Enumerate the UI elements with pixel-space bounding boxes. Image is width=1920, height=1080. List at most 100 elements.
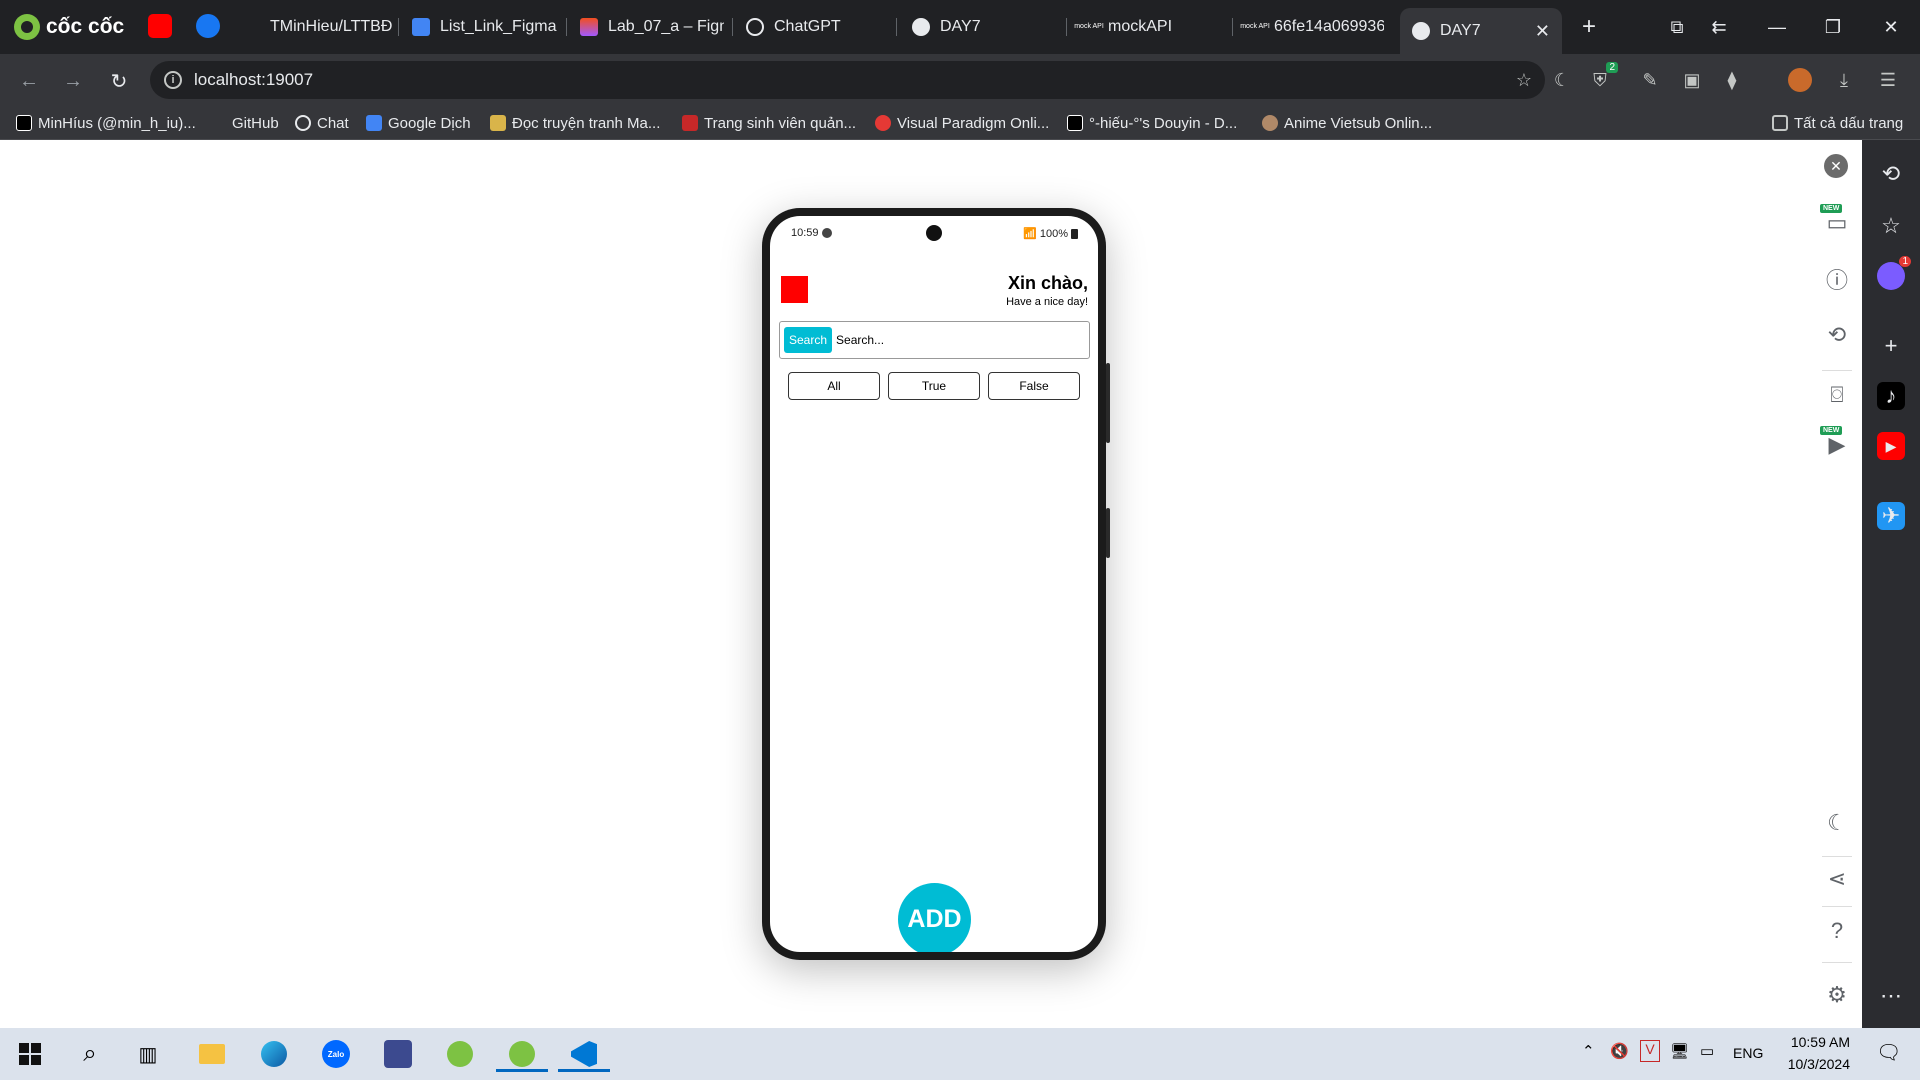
profile-avatar[interactable]	[1788, 68, 1812, 92]
share-icon[interactable]: ⋖	[1824, 866, 1850, 892]
restore-button[interactable]: ❐	[1818, 12, 1848, 42]
history-icon[interactable]: ⟲	[1877, 160, 1905, 188]
zalo-icon[interactable]: Zalo	[318, 1036, 354, 1072]
more-icon[interactable]: ⋯	[1877, 982, 1905, 1010]
search-input[interactable]	[836, 333, 1067, 347]
language-indicator[interactable]: ENG	[1733, 1045, 1763, 1061]
device-select-icon[interactable]: NEW ▭	[1820, 204, 1850, 236]
clock-date[interactable]: 10/3/2024	[1776, 1056, 1850, 1072]
bookmark-item[interactable]: °-hiếu-°'s Douyin - D...	[1067, 112, 1237, 134]
info-icon[interactable]: ⓘ	[1824, 266, 1850, 293]
filter-false-button[interactable]: False	[988, 372, 1080, 400]
translate-extension-icon[interactable]: ▣	[1680, 68, 1704, 92]
coccoc-active-icon[interactable]	[496, 1036, 548, 1072]
bookmark-item[interactable]: Anime Vietsub Onlin...	[1262, 112, 1432, 134]
back-arrow-icon[interactable]: ←	[14, 66, 44, 96]
tab-6[interactable]: mock API mockAPI	[1068, 8, 1228, 46]
search-button[interactable]: Search	[784, 327, 833, 353]
messenger-icon[interactable]: 1	[1877, 256, 1911, 290]
search-icon[interactable]: ⌕	[72, 1036, 108, 1072]
bookmark-item[interactable]: Đọc truyện tranh Ma...	[490, 112, 660, 134]
add-button[interactable]: ADD	[898, 883, 971, 952]
task-view-icon[interactable]: ▥	[130, 1036, 166, 1072]
power-button	[1106, 508, 1110, 558]
all-bookmarks[interactable]: Tất cả dấu trang	[1772, 112, 1903, 134]
game-app-icon[interactable]	[380, 1036, 416, 1072]
filter-group: All True False	[788, 372, 1080, 400]
bookmark-item[interactable]: Google Dịch	[366, 112, 471, 134]
tab-5[interactable]: DAY7	[900, 8, 1060, 46]
clock-time[interactable]: 10:59 AM	[1780, 1034, 1850, 1050]
bookmark-star-icon[interactable]: ☆	[1512, 68, 1536, 92]
new-tab-button[interactable]: +	[1574, 12, 1604, 42]
coccoc-icon[interactable]	[442, 1036, 478, 1072]
site-info-icon[interactable]: i	[164, 71, 182, 89]
filter-all-button[interactable]: All	[788, 372, 880, 400]
minimize-button[interactable]: —	[1762, 12, 1792, 42]
address-bar[interactable]: i localhost:19007	[150, 61, 1545, 99]
manga-site-icon	[490, 115, 506, 131]
bookmark-item[interactable]: Chat	[295, 112, 349, 134]
rotate-icon[interactable]: ⟲	[1824, 322, 1850, 348]
tab-2[interactable]: List_Link_Figma	[400, 8, 560, 46]
edge-icon[interactable]	[256, 1036, 292, 1072]
tab-7[interactable]: mock API 66fe14a0699369	[1234, 8, 1384, 46]
forward-arrow-icon[interactable]: →	[58, 66, 88, 96]
extensions-icon[interactable]: ⧫	[1720, 68, 1744, 92]
bookmark-item[interactable]: Visual Paradigm Onli...	[875, 112, 1049, 134]
tiktok-icon[interactable]: ♪	[1877, 382, 1905, 410]
bookmark-item[interactable]: Trang sinh viên quản...	[682, 112, 856, 134]
bird-app-icon[interactable]: ✈	[1877, 502, 1905, 530]
file-explorer-icon[interactable]	[194, 1036, 230, 1072]
tab-separator	[896, 18, 897, 36]
dark-mode-icon[interactable]: ☾	[1550, 68, 1574, 92]
download-icon[interactable]: ⤓	[1832, 68, 1856, 92]
tab-separator	[566, 18, 567, 36]
reload-icon[interactable]: ↻	[104, 66, 134, 96]
bookmark-item[interactable]: GitHub	[232, 112, 279, 134]
brand-name: cốc cốc	[46, 15, 125, 38]
volume-muted-icon[interactable]: 🔇	[1610, 1042, 1629, 1060]
eyedropper-icon[interactable]: ✎	[1638, 68, 1662, 92]
help-icon[interactable]: ?	[1824, 918, 1850, 944]
tab-8-title: DAY7	[1440, 22, 1481, 39]
active-indicator	[558, 1069, 610, 1072]
tab-7-title: 66fe14a0699369	[1274, 18, 1384, 35]
close-preview-icon[interactable]: ✕	[1824, 154, 1848, 178]
tab-4[interactable]: ChatGPT	[734, 8, 894, 46]
bookmark-item[interactable]: MinHíus (@min_h_iu)...	[16, 112, 196, 134]
unikey-icon[interactable]: V	[1640, 1040, 1660, 1062]
facebook-icon[interactable]	[196, 14, 220, 38]
tab-8-active[interactable]: DAY7 ✕	[1400, 8, 1562, 54]
notifications-icon[interactable]: 🗨	[1876, 1040, 1901, 1065]
tab-1[interactable]: TMinHieu/LTTBĐ	[258, 8, 398, 46]
menu-icon[interactable]: ☰	[1876, 68, 1900, 92]
greeting: Xin chào, Have a nice day!	[1006, 273, 1088, 308]
filter-true-button[interactable]: True	[888, 372, 980, 400]
coccoc-logo[interactable]: cốc cốc	[14, 12, 124, 42]
tiktok-icon	[16, 115, 32, 131]
tray-overflow-icon[interactable]: ⌃	[1582, 1042, 1595, 1060]
camera-icon[interactable]: ⌼	[1824, 382, 1850, 408]
tab-1-title: TMinHieu/LTTBĐ	[270, 18, 393, 35]
tab-3[interactable]: Lab_07_a – Figma	[568, 8, 724, 46]
add-panel-icon[interactable]: +	[1877, 332, 1905, 360]
shield-extension-icon[interactable]: ⛨ 2	[1588, 62, 1618, 92]
vscode-icon[interactable]	[558, 1036, 610, 1072]
youtube-icon[interactable]	[148, 14, 172, 38]
battery-icon[interactable]: ▭	[1700, 1042, 1714, 1060]
messenger-badge: 1	[1899, 256, 1911, 267]
close-tab-icon[interactable]: ✕	[1535, 21, 1550, 42]
settings-gear-icon[interactable]: ⚙	[1824, 982, 1850, 1008]
video-record-icon[interactable]: NEW ▶	[1820, 426, 1850, 458]
dark-mode-toggle-icon[interactable]: ☾	[1824, 810, 1850, 836]
windows-start-icon[interactable]	[12, 1036, 48, 1072]
extension-badge: 2	[1606, 62, 1618, 73]
network-icon[interactable]: 🖥	[1670, 1042, 1689, 1060]
youtube-icon[interactable]: ▶	[1877, 432, 1905, 460]
tab-search-icon[interactable]: ⧉	[1662, 12, 1692, 42]
close-window-button[interactable]: ✕	[1876, 12, 1906, 42]
back-forward-icon[interactable]: ⇇	[1704, 12, 1734, 42]
tab-separator	[398, 18, 399, 36]
favorites-star-icon[interactable]: ☆	[1877, 212, 1905, 240]
